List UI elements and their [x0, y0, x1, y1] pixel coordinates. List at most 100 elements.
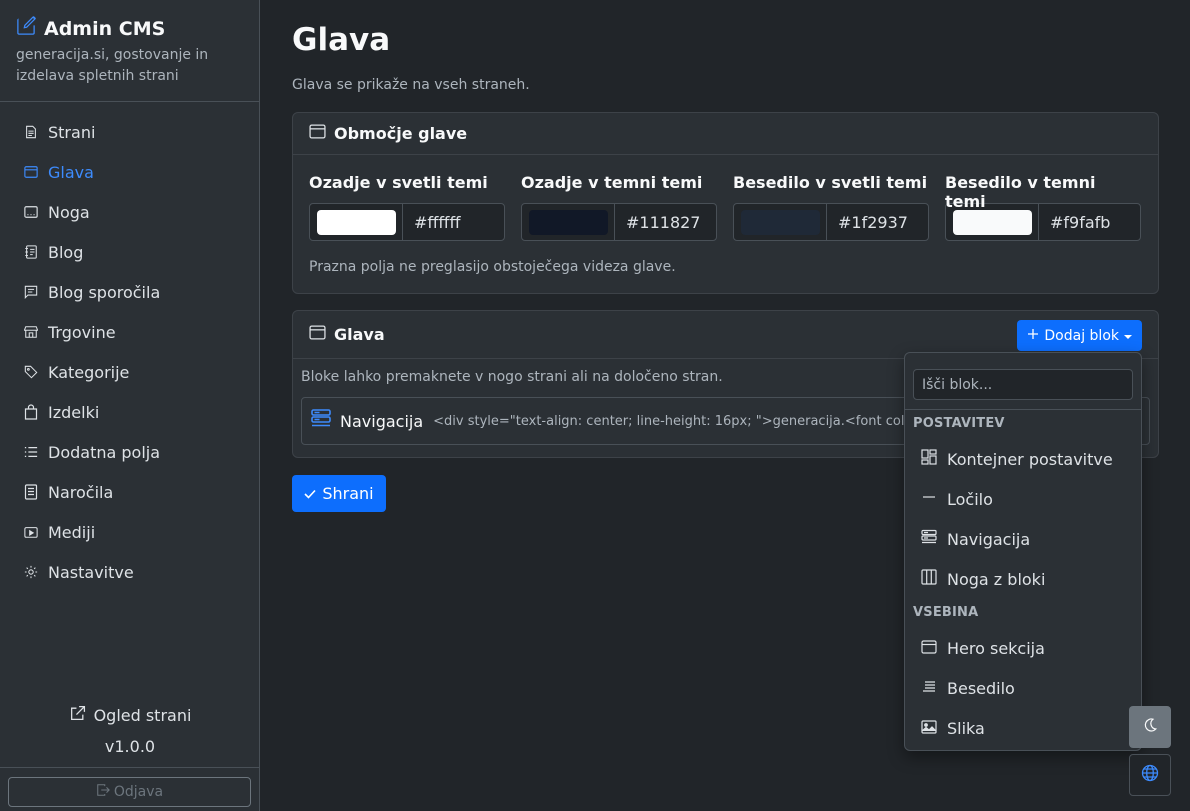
navigation-icon: [921, 529, 937, 549]
plus-icon: [1027, 328, 1039, 344]
sidebar-item-label: Trgovine: [48, 322, 116, 342]
sidebar-item-label: Nastavitve: [48, 562, 134, 582]
external-link-icon: [69, 705, 86, 726]
sidebar-item-blog[interactable]: Blog: [0, 232, 259, 272]
add-block-button[interactable]: Dodaj blok: [1017, 320, 1142, 351]
sidebar-item-izdelki[interactable]: Izdelki: [0, 392, 259, 432]
language-button[interactable]: [1129, 754, 1171, 796]
dropdown-item-text[interactable]: Besedilo: [921, 676, 1015, 700]
image-icon: [921, 719, 937, 738]
dropdown-item-divider[interactable]: Ločilo: [921, 487, 993, 511]
check-icon: [304, 484, 316, 503]
sidebar-item-narocila[interactable]: Naročila: [0, 472, 259, 512]
caret-down-icon: [1124, 328, 1132, 344]
window-icon: [309, 325, 326, 344]
text-paragraph-icon: [921, 678, 937, 698]
header-area-hint: Prazna polja ne preglasijo obstoječega v…: [309, 259, 676, 275]
sidebar-item-label: Blog: [48, 242, 84, 262]
color-swatch: [316, 209, 396, 235]
dark-text-hex-input[interactable]: #f9fafb: [1039, 204, 1140, 240]
sidebar: Admin CMS generacija.si, gostovanje in i…: [0, 0, 260, 811]
dark-text-color-picker[interactable]: [946, 204, 1039, 240]
blocks-description: Bloke lahko premaknete v nogo strani ali…: [301, 369, 723, 385]
light-text-input-group: #1f2937: [733, 203, 929, 241]
dark-text-input-group: #f9fafb: [945, 203, 1141, 241]
sidebar-item-label: Kategorije: [48, 362, 130, 382]
dropdown-divider: [905, 409, 1141, 410]
dropdown-item-footer-blocks[interactable]: Noga z bloki: [921, 567, 1045, 591]
page-title: Glava: [292, 22, 391, 58]
sidebar-item-nastavitve[interactable]: Nastavitve: [0, 552, 259, 592]
dark-background-input-group: #111827: [521, 203, 717, 241]
add-block-dropdown: POSTAVITEV Kontejner postavitve Ločilo N…: [904, 352, 1142, 751]
sidebar-item-kategorije[interactable]: Kategorije: [0, 352, 259, 392]
save-label: Shrani: [322, 484, 374, 503]
sidebar-item-mediji[interactable]: Mediji: [0, 512, 259, 552]
brand-subtitle: generacija.si, gostovanje in izdelava sp…: [16, 47, 209, 84]
dark-background-label: Ozadje v temni temi: [521, 173, 703, 192]
dark-text-label: Besedilo v temni temi: [945, 173, 1096, 211]
light-background-input-group: #ffffff: [309, 203, 505, 241]
light-background-color-picker[interactable]: [310, 204, 403, 240]
tags-icon: [24, 365, 38, 379]
dropdown-item-label: Navigacija: [947, 529, 1031, 549]
card-dots-icon: [24, 205, 38, 219]
dropdown-item-label: Noga z bloki: [947, 569, 1046, 589]
sidebar-item-dodatna-polja[interactable]: Dodatna polja: [0, 432, 259, 472]
bag-icon: [24, 404, 38, 420]
logout-button[interactable]: Odjava: [8, 777, 251, 807]
journal-icon: [24, 245, 38, 259]
app-title: Admin CMS: [44, 17, 166, 40]
sidebar-item-label: Izdelki: [48, 402, 100, 422]
theme-toggle-button[interactable]: [1129, 706, 1171, 748]
gear-icon: [24, 565, 38, 579]
light-background-hex-input[interactable]: #ffffff: [403, 204, 504, 240]
preview-site-link[interactable]: Ogled strani: [0, 704, 260, 726]
sidebar-item-label: Glava: [48, 162, 94, 182]
dropdown-item-image[interactable]: Slika: [921, 716, 985, 740]
sidebar-item-label: Mediji: [48, 522, 96, 542]
brand: Admin CMS generacija.si, gostovanje in i…: [0, 0, 259, 102]
header-area-card-header: Območje glave: [293, 113, 1158, 155]
dark-background-color-picker[interactable]: [522, 204, 615, 240]
sidebar-item-strani[interactable]: Strani: [0, 112, 259, 152]
block-html-preview: <div style="text-align: center; line-hei…: [433, 413, 935, 429]
window-icon: [24, 165, 38, 179]
save-button[interactable]: Shrani: [292, 475, 386, 512]
sidebar-item-blog-sporocila[interactable]: Blog sporočila: [0, 272, 259, 312]
light-background-label: Ozadje v svetli temi: [309, 173, 488, 192]
dropdown-item-navigation[interactable]: Navigacija: [921, 527, 1030, 551]
globe-icon: [1141, 764, 1159, 786]
sidebar-item-glava[interactable]: Glava: [0, 152, 259, 192]
dropdown-item-hero[interactable]: Hero sekcija: [921, 636, 1045, 660]
pencil-square-icon: [16, 16, 36, 41]
sidebar-item-noga[interactable]: Noga: [0, 192, 259, 232]
dash-icon: [921, 489, 937, 509]
dropdown-item-layout-container[interactable]: Kontejner postavitve: [921, 447, 1113, 471]
shop-icon: [24, 325, 38, 339]
header-area-card: Območje glave Ozadje v svetli temi #ffff…: [292, 112, 1159, 294]
file-text-icon: [24, 125, 38, 139]
receipt-icon: [24, 484, 38, 500]
brand-title[interactable]: Admin CMS: [16, 16, 243, 41]
sidebar-item-trgovine[interactable]: Trgovine: [0, 312, 259, 352]
window-icon: [309, 124, 326, 143]
sidebar-item-label: Noga: [48, 202, 90, 222]
block-name: Navigacija: [340, 411, 424, 431]
sidebar-item-label: Strani: [48, 122, 96, 142]
group-header-layout: POSTAVITEV: [913, 416, 1005, 431]
light-text-field: Besedilo v svetli temi #1f2937: [733, 173, 929, 241]
dropdown-item-label: Kontejner postavitve: [947, 449, 1113, 469]
page-description: Glava se prikaže na vseh straneh.: [292, 77, 530, 93]
moon-icon: [1142, 717, 1158, 737]
block-search-input[interactable]: [913, 369, 1133, 400]
version-label: v1.0.0: [104, 737, 156, 756]
navigation-block-icon: [310, 408, 332, 434]
sidebar-item-label: Dodatna polja: [48, 442, 161, 462]
grid-layout-icon: [921, 449, 937, 469]
blocks-card-title: Glava: [334, 325, 385, 344]
color-swatch: [952, 209, 1032, 235]
light-text-color-picker[interactable]: [734, 204, 827, 240]
light-text-hex-input[interactable]: #1f2937: [827, 204, 928, 240]
dark-background-hex-input[interactable]: #111827: [615, 204, 716, 240]
